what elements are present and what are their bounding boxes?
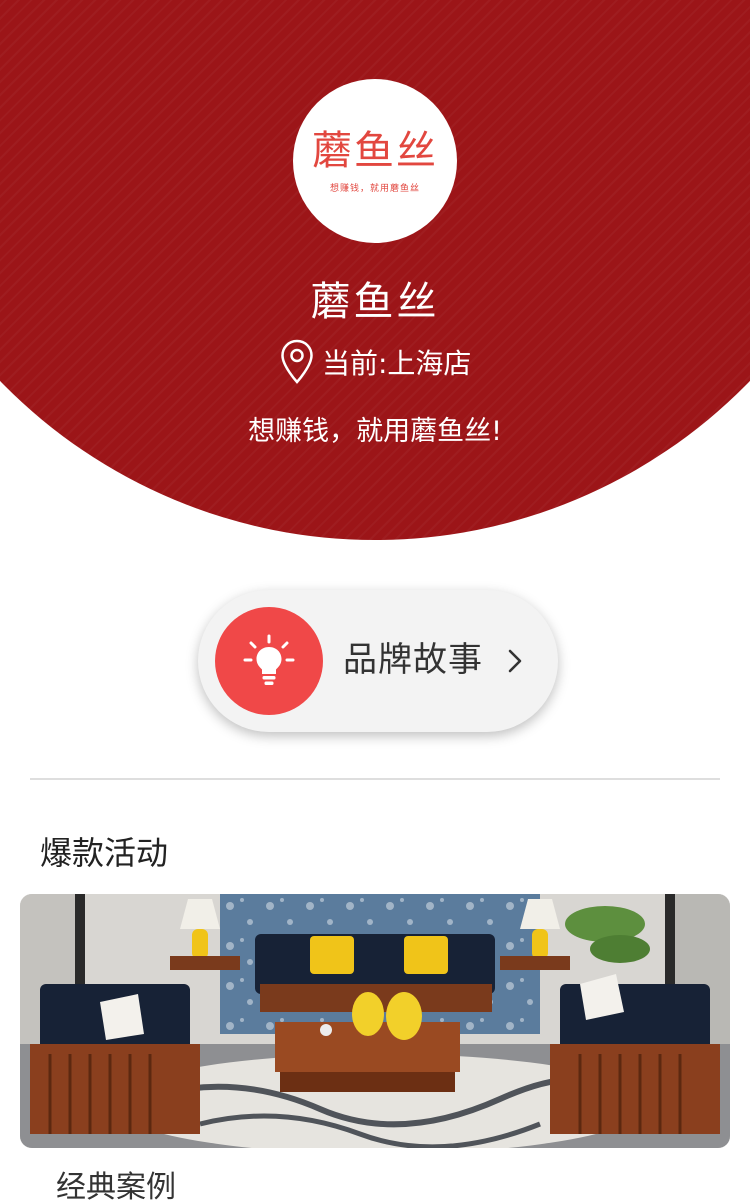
section-title-hot-activity: 爆款活动 xyxy=(40,834,169,872)
logo-slogan: 想赚钱，就用蘑鱼丝 xyxy=(329,183,420,194)
location-label: 当前:上海店 xyxy=(322,347,472,380)
section-title-classic-cases: 经典案例 xyxy=(56,1170,176,1200)
logo-text: 蘑鱼丝 xyxy=(312,127,438,174)
store-logo: 蘑鱼丝 想赚钱，就用蘑鱼丝 xyxy=(293,79,457,243)
furniture-photo xyxy=(20,894,730,1148)
section-divider xyxy=(30,778,720,780)
lightbulb-badge xyxy=(215,607,323,715)
brand-story-button[interactable]: 品牌故事 xyxy=(198,590,558,732)
store-location[interactable]: 当前:上海店 xyxy=(280,339,471,385)
location-pin-icon xyxy=(281,339,313,384)
brand-story-label: 品牌故事 xyxy=(343,640,483,680)
activity-banner[interactable] xyxy=(20,894,730,1148)
chevron-right-icon xyxy=(508,649,522,673)
lightbulb-icon xyxy=(243,634,295,685)
store-tagline: 想赚钱，就用蘑鱼丝! xyxy=(248,416,502,447)
store-header: 蘑鱼丝 想赚钱，就用蘑鱼丝 蘑鱼丝 当前:上海店 想赚钱，就用蘑鱼丝! xyxy=(0,0,750,545)
store-name: 蘑鱼丝 xyxy=(310,279,440,325)
